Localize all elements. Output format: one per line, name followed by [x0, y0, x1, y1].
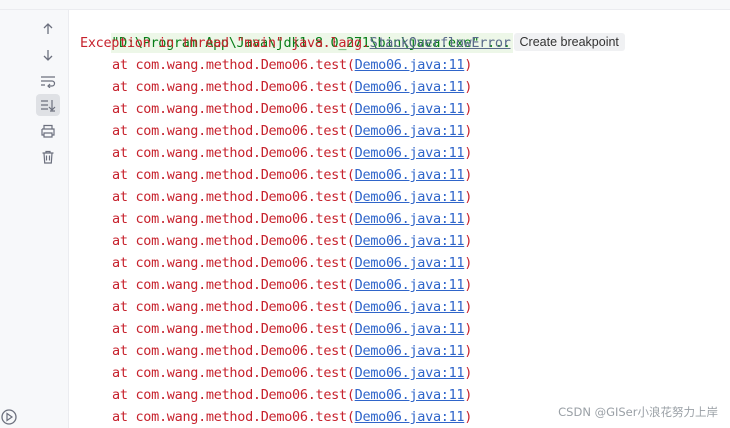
stack-trace-line: at com.wang.method.Demo06.test(Demo06.ja… [80, 164, 730, 186]
up-button[interactable] [36, 18, 60, 40]
trace-suffix: ) [464, 211, 473, 227]
trace-text: at com.wang.method.Demo06.test( [112, 79, 355, 95]
trace-suffix: ) [464, 189, 473, 205]
trace-suffix: ) [464, 79, 473, 95]
stack-trace-line: at com.wang.method.Demo06.test(Demo06.ja… [80, 252, 730, 274]
soft-wrap-button[interactable] [36, 70, 60, 92]
trace-text: at com.wang.method.Demo06.test( [112, 387, 355, 403]
trace-text: at com.wang.method.Demo06.test( [112, 409, 355, 425]
stack-trace-line: at com.wang.method.Demo06.test(Demo06.ja… [80, 384, 730, 406]
source-link[interactable]: Demo06.java:11 [355, 321, 465, 337]
source-link[interactable]: Demo06.java:11 [355, 57, 465, 73]
trace-suffix: ) [464, 409, 473, 425]
exception-line: Exception in thread "main" java.lang.Sta… [80, 32, 730, 54]
stack-trace-line: at com.wang.method.Demo06.test(Demo06.ja… [80, 98, 730, 120]
stack-trace-line: at com.wang.method.Demo06.test(Demo06.ja… [80, 318, 730, 340]
trace-text: at com.wang.method.Demo06.test( [112, 101, 355, 117]
trash-icon [42, 150, 54, 164]
top-strip [0, 0, 730, 10]
trace-suffix: ) [464, 167, 473, 183]
source-link[interactable]: Demo06.java:11 [355, 365, 465, 381]
soft-wrap-icon [41, 76, 56, 88]
stack-trace-line: at com.wang.method.Demo06.test(Demo06.ja… [80, 186, 730, 208]
source-link[interactable]: Demo06.java:11 [355, 167, 465, 183]
scroll-to-end-button[interactable] [36, 94, 60, 116]
trace-text: at com.wang.method.Demo06.test( [112, 365, 355, 381]
source-link[interactable]: Demo06.java:11 [355, 387, 465, 403]
trace-suffix: ) [464, 321, 473, 337]
trace-suffix: ) [464, 233, 473, 249]
trace-suffix: ) [464, 145, 473, 161]
trace-text: at com.wang.method.Demo06.test( [112, 277, 355, 293]
source-link[interactable]: Demo06.java:11 [355, 211, 465, 227]
exception-prefix: Exception in thread "main" java.lang. [80, 35, 370, 51]
exception-class-link[interactable]: StackOverflowError [370, 35, 511, 51]
print-button[interactable] [36, 120, 60, 142]
run-button[interactable] [0, 406, 20, 428]
stack-trace-line: at com.wang.method.Demo06.test(Demo06.ja… [80, 208, 730, 230]
scroll-to-end-icon [41, 100, 56, 112]
stack-trace-line: at com.wang.method.Demo06.test(Demo06.ja… [80, 76, 730, 98]
console-output[interactable]: "D:\Program App\Java\jdk1.8.0_271\bin\ja… [80, 10, 730, 428]
trace-text: at com.wang.method.Demo06.test( [112, 233, 355, 249]
source-link[interactable]: Demo06.java:11 [355, 101, 465, 117]
stack-trace-line: at com.wang.method.Demo06.test(Demo06.ja… [80, 296, 730, 318]
stack-trace-line: at com.wang.method.Demo06.test(Demo06.ja… [80, 120, 730, 142]
watermark: CSDN @GISer小浪花努力上岸 [558, 405, 718, 419]
create-breakpoint-button[interactable]: Create breakpoint [513, 33, 625, 51]
stack-trace-line: at com.wang.method.Demo06.test(Demo06.ja… [80, 274, 730, 296]
stack-trace-line: at com.wang.method.Demo06.test(Demo06.ja… [80, 340, 730, 362]
source-link[interactable]: Demo06.java:11 [355, 299, 465, 315]
trace-suffix: ) [464, 277, 473, 293]
source-link[interactable]: Demo06.java:11 [355, 409, 465, 425]
trace-text: at com.wang.method.Demo06.test( [112, 57, 355, 73]
arrow-up-icon [43, 23, 53, 34]
trace-suffix: ) [464, 101, 473, 117]
source-link[interactable]: Demo06.java:11 [355, 255, 465, 271]
trace-suffix: ) [464, 123, 473, 139]
command-line: "D:\Program App\Java\jdk1.8.0_271\bin\ja… [80, 10, 730, 53]
clear-all-button[interactable] [36, 146, 60, 168]
trace-text: at com.wang.method.Demo06.test( [112, 189, 355, 205]
source-link[interactable]: Demo06.java:11 [355, 123, 465, 139]
trace-text: at com.wang.method.Demo06.test( [112, 167, 355, 183]
trace-suffix: ) [464, 255, 473, 271]
trace-suffix: ) [464, 57, 473, 73]
source-link[interactable]: Demo06.java:11 [355, 145, 465, 161]
stack-trace-line: at com.wang.method.Demo06.test(Demo06.ja… [80, 230, 730, 252]
trace-text: at com.wang.method.Demo06.test( [112, 145, 355, 161]
console-toolbar [0, 10, 69, 428]
source-link[interactable]: Demo06.java:11 [355, 343, 465, 359]
stack-trace-line: at com.wang.method.Demo06.test(Demo06.ja… [80, 362, 730, 384]
trace-text: at com.wang.method.Demo06.test( [112, 321, 355, 337]
trace-suffix: ) [464, 299, 473, 315]
stack-trace: at com.wang.method.Demo06.test(Demo06.ja… [80, 54, 730, 428]
source-link[interactable]: Demo06.java:11 [355, 233, 465, 249]
trace-text: at com.wang.method.Demo06.test( [112, 255, 355, 271]
trace-text: at com.wang.method.Demo06.test( [112, 343, 355, 359]
trace-suffix: ) [464, 387, 473, 403]
source-link[interactable]: Demo06.java:11 [355, 79, 465, 95]
trace-suffix: ) [464, 343, 473, 359]
source-link[interactable]: Demo06.java:11 [355, 277, 465, 293]
source-link[interactable]: Demo06.java:11 [355, 189, 465, 205]
arrow-down-icon [43, 50, 53, 61]
trace-text: at com.wang.method.Demo06.test( [112, 211, 355, 227]
trace-suffix: ) [464, 365, 473, 381]
print-icon [41, 124, 55, 138]
down-button[interactable] [36, 44, 60, 66]
trace-text: at com.wang.method.Demo06.test( [112, 299, 355, 315]
run-icon [1, 409, 17, 425]
stack-trace-line: at com.wang.method.Demo06.test(Demo06.ja… [80, 142, 730, 164]
stack-trace-line: at com.wang.method.Demo06.test(Demo06.ja… [80, 54, 730, 76]
trace-text: at com.wang.method.Demo06.test( [112, 123, 355, 139]
